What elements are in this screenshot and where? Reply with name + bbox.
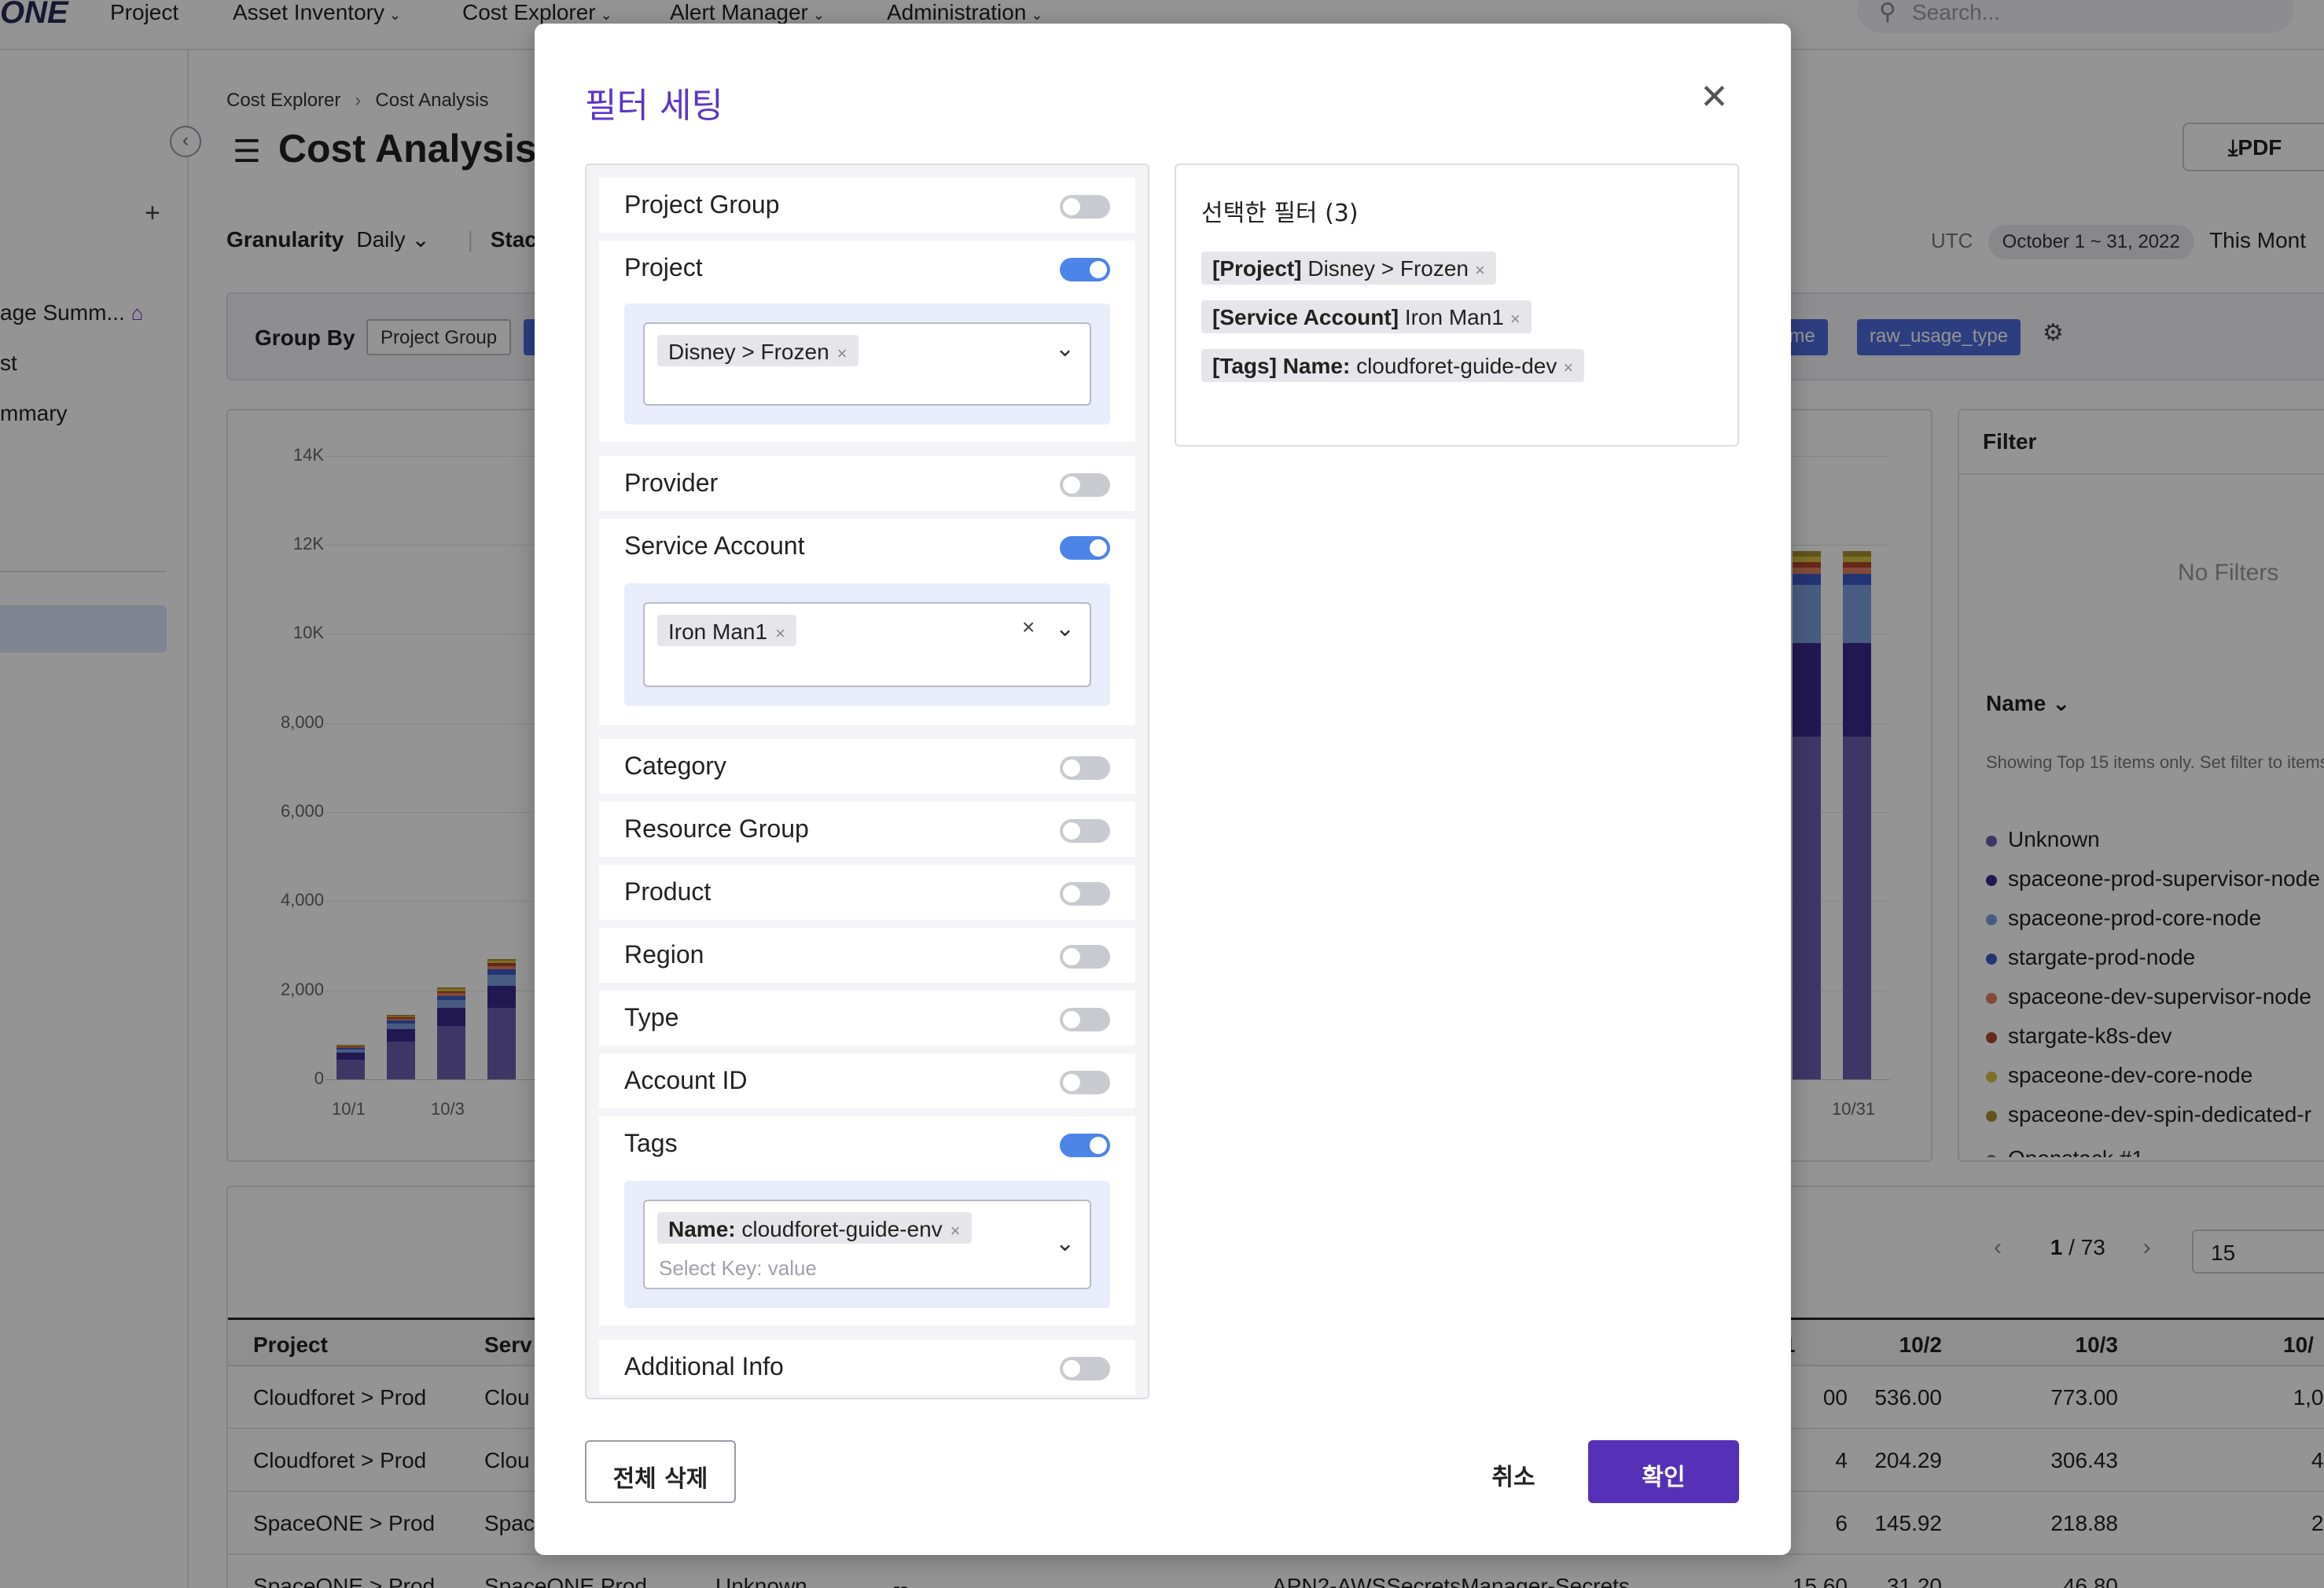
remove-chip-icon[interactable]: × bbox=[1563, 358, 1573, 377]
tags-select[interactable]: Name: cloudforet-guide-env × Select Key: … bbox=[643, 1200, 1091, 1289]
account-id-toggle[interactable] bbox=[1060, 1071, 1110, 1094]
filter-row-project: Project Disney > Frozen × ⌄ bbox=[599, 241, 1135, 442]
chip-key: Name: bbox=[668, 1217, 736, 1241]
clear-icon[interactable]: × bbox=[1022, 615, 1035, 640]
toggle-knob bbox=[1090, 539, 1107, 557]
filter-label: Additional Info bbox=[624, 1352, 784, 1380]
chip-value: cloudforet-guide-dev bbox=[1356, 354, 1557, 378]
filter-label: Provider bbox=[624, 469, 719, 497]
toggle-knob bbox=[1063, 476, 1080, 494]
toggle-knob bbox=[1063, 759, 1080, 777]
filter-label: Type bbox=[624, 1003, 679, 1031]
project-group-toggle[interactable] bbox=[1060, 195, 1110, 219]
selected-filters-title: 선택한 필터 (3) bbox=[1201, 200, 1359, 227]
filter-label: Service Account bbox=[624, 531, 805, 560]
filter-row-service-account: Service Account Iron Man1 × × ⌄ bbox=[599, 519, 1135, 725]
selected-chip: Iron Man1 × bbox=[657, 615, 796, 646]
filter-settings-modal: 필터 세팅 ✕ Project Group Project Disney > F… bbox=[535, 24, 1791, 1555]
chip-value: Iron Man1 bbox=[1404, 305, 1504, 329]
filter-row-category: Category bbox=[599, 739, 1135, 794]
product-toggle[interactable] bbox=[1060, 882, 1110, 906]
filter-row-project-group: Project Group bbox=[599, 178, 1135, 233]
toggle-knob bbox=[1090, 261, 1107, 278]
chip-key: [Project] bbox=[1212, 256, 1302, 281]
remove-chip-icon[interactable]: × bbox=[775, 623, 785, 643]
remove-chip-icon[interactable]: × bbox=[837, 344, 848, 363]
toggle-knob bbox=[1063, 948, 1080, 965]
filter-label: Project bbox=[624, 253, 703, 281]
filter-row-type: Type bbox=[599, 991, 1135, 1046]
chevron-down-icon[interactable]: ⌄ bbox=[1055, 615, 1075, 642]
close-icon[interactable]: ✕ bbox=[1700, 80, 1729, 115]
modal-title: 필터 세팅 bbox=[585, 86, 723, 126]
toggle-knob bbox=[1090, 1137, 1107, 1154]
tags-input-placeholder[interactable]: Select Key: value bbox=[659, 1256, 817, 1281]
filter-label: Category bbox=[624, 752, 726, 780]
filter-label: Project Group bbox=[624, 190, 780, 219]
remove-chip-icon[interactable]: × bbox=[1510, 309, 1521, 329]
confirm-button[interactable]: 확인 bbox=[1588, 1440, 1739, 1503]
toggle-knob bbox=[1063, 885, 1080, 902]
toggle-knob bbox=[1063, 1074, 1080, 1091]
chip-label: Iron Man1 bbox=[668, 619, 768, 644]
service-account-toggle[interactable] bbox=[1060, 536, 1110, 560]
selected-filters-panel: 선택한 필터 (3) [Project] Disney > Frozen × [S… bbox=[1175, 164, 1739, 447]
chevron-down-icon[interactable]: ⌄ bbox=[1055, 1230, 1075, 1257]
chip-label: Disney > Frozen bbox=[668, 340, 829, 364]
type-toggle[interactable] bbox=[1060, 1008, 1110, 1031]
tags-select-area: Name: cloudforet-guide-env × Select Key: … bbox=[624, 1181, 1110, 1308]
cancel-button[interactable]: 취소 bbox=[1431, 1440, 1596, 1503]
filter-row-additional-info: Additional Info bbox=[599, 1340, 1135, 1395]
project-select[interactable]: Disney > Frozen × ⌄ bbox=[643, 322, 1091, 406]
toggle-knob bbox=[1063, 198, 1080, 215]
resource-group-toggle[interactable] bbox=[1060, 819, 1110, 843]
additional-info-toggle[interactable] bbox=[1060, 1357, 1110, 1380]
toggle-knob bbox=[1063, 1011, 1080, 1028]
category-toggle[interactable] bbox=[1060, 756, 1110, 780]
filter-row-provider: Provider bbox=[599, 456, 1135, 511]
clear-all-button[interactable]: 전체 삭제 bbox=[585, 1440, 736, 1503]
filter-row-resource-group: Resource Group bbox=[599, 802, 1135, 857]
chip-value: cloudforet-guide-env bbox=[741, 1217, 943, 1241]
selected-chip: Disney > Frozen × bbox=[657, 335, 859, 366]
filter-row-account-id: Account ID bbox=[599, 1053, 1135, 1108]
provider-toggle[interactable] bbox=[1060, 473, 1110, 497]
filter-options-panel: Project Group Project Disney > Frozen × ⌄… bbox=[585, 164, 1149, 1399]
selected-chip: Name: cloudforet-guide-env × bbox=[657, 1212, 972, 1244]
chip-value: Disney > Frozen bbox=[1307, 256, 1469, 281]
filter-label: Tags bbox=[624, 1129, 678, 1157]
chip-key: [Tags] Name: bbox=[1212, 354, 1351, 378]
region-toggle[interactable] bbox=[1060, 945, 1110, 969]
tags-toggle[interactable] bbox=[1060, 1134, 1110, 1157]
filter-row-region: Region bbox=[599, 928, 1135, 983]
filter-row-product: Product bbox=[599, 865, 1135, 920]
toggle-knob bbox=[1063, 822, 1080, 840]
selected-filter-chip: [Project] Disney > Frozen × bbox=[1201, 252, 1496, 285]
filter-label: Product bbox=[624, 877, 712, 906]
filter-row-tags: Tags Name: cloudforet-guide-env × Select … bbox=[599, 1116, 1135, 1325]
chevron-down-icon[interactable]: ⌄ bbox=[1055, 335, 1075, 362]
filter-label: Resource Group bbox=[624, 814, 809, 843]
selected-filter-chip: [Tags] Name: cloudforet-guide-dev × bbox=[1201, 349, 1585, 382]
project-select-area: Disney > Frozen × ⌄ bbox=[624, 303, 1110, 425]
service-account-select-area: Iron Man1 × × ⌄ bbox=[624, 583, 1110, 706]
remove-chip-icon[interactable]: × bbox=[951, 1221, 961, 1241]
chip-key: [Service Account] bbox=[1212, 305, 1399, 329]
project-toggle[interactable] bbox=[1060, 258, 1110, 281]
remove-chip-icon[interactable]: × bbox=[1475, 260, 1485, 280]
service-account-select[interactable]: Iron Man1 × × ⌄ bbox=[643, 602, 1091, 687]
toggle-knob bbox=[1063, 1360, 1080, 1377]
filter-label: Region bbox=[624, 940, 704, 969]
selected-filter-chip: [Service Account] Iron Man1 × bbox=[1201, 300, 1532, 333]
filter-label: Account ID bbox=[624, 1066, 748, 1094]
